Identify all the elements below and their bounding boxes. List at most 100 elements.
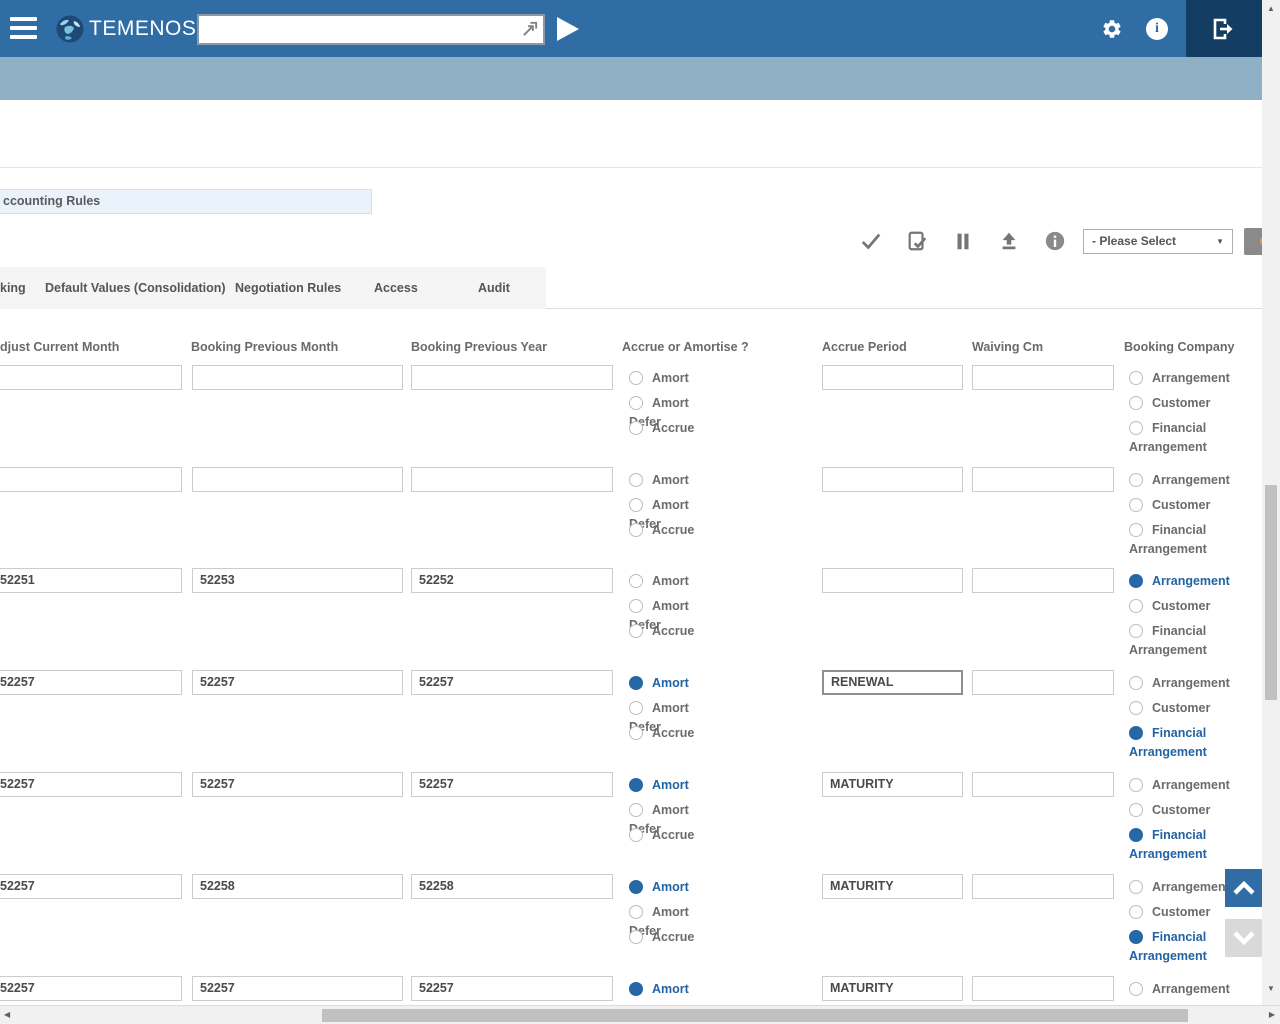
arrangement-radio[interactable]: Arrangement (1129, 371, 1230, 385)
adjust-current-month-input[interactable] (0, 467, 182, 492)
gear-icon[interactable] (1101, 18, 1123, 40)
field-info-icon[interactable] (1044, 230, 1066, 252)
amort-radio[interactable]: Amort (629, 982, 689, 996)
tab-negotiation-rules[interactable]: Negotiation Rules (235, 267, 341, 309)
booking-previous-year-input[interactable]: 52258 (411, 874, 613, 899)
radio-icon[interactable] (629, 803, 643, 817)
adjust-current-month-input[interactable]: 52257 (0, 772, 182, 797)
waiving-cm-input[interactable] (972, 568, 1114, 593)
radio-icon[interactable] (1129, 676, 1143, 690)
financial-arrangement-radio[interactable]: FinancialArrangement (1129, 930, 1207, 963)
radio-icon[interactable] (1129, 421, 1143, 435)
financial-arrangement-radio[interactable]: FinancialArrangement (1129, 624, 1207, 657)
radio-icon[interactable] (629, 701, 643, 715)
booking-previous-year-input[interactable] (411, 365, 613, 390)
adjust-current-month-input[interactable]: 52257 (0, 670, 182, 695)
arrangement-radio[interactable]: Arrangement (1129, 574, 1230, 588)
radio-icon[interactable] (1129, 982, 1143, 996)
radio-icon[interactable] (1129, 498, 1143, 512)
customer-radio[interactable]: Customer (1129, 905, 1210, 919)
horizontal-scrollbar[interactable]: ◀ ▶ (0, 1005, 1280, 1024)
radio-icon[interactable] (1129, 396, 1143, 410)
accrue-radio[interactable]: Accrue (629, 828, 694, 842)
horizontal-scrollbar-thumb[interactable] (322, 1009, 1188, 1022)
booking-previous-month-input[interactable] (192, 467, 403, 492)
commit-check-icon[interactable] (860, 230, 882, 252)
radio-icon[interactable] (629, 676, 643, 690)
waiving-cm-input[interactable] (972, 365, 1114, 390)
accrue-radio[interactable]: Accrue (629, 930, 694, 944)
accrue-period-input[interactable]: MATURITY (822, 976, 963, 1001)
radio-icon[interactable] (629, 421, 643, 435)
arrangement-radio[interactable]: Arrangement (1129, 473, 1230, 487)
radio-icon[interactable] (629, 371, 643, 385)
radio-icon[interactable] (629, 778, 643, 792)
scrollbar-left-arrow[interactable]: ◀ (4, 1006, 10, 1024)
booking-previous-year-input[interactable]: 52257 (411, 670, 613, 695)
authorise-icon[interactable] (906, 230, 928, 252)
scrollbar-down-arrow[interactable]: ▼ (1262, 984, 1280, 998)
adjust-current-month-input[interactable]: 52257 (0, 874, 182, 899)
amort-radio[interactable]: Amort (629, 880, 689, 894)
sign-out-button[interactable] (1186, 0, 1262, 57)
radio-icon[interactable] (1129, 473, 1143, 487)
waiving-cm-input[interactable] (972, 874, 1114, 899)
radio-icon[interactable] (629, 880, 643, 894)
arrangement-radio[interactable]: Arrangement (1129, 778, 1230, 792)
radio-icon[interactable] (629, 473, 643, 487)
vertical-scrollbar[interactable]: ▲ ▼ (1262, 0, 1280, 1005)
radio-icon[interactable] (629, 498, 643, 512)
financial-arrangement-radio[interactable]: FinancialArrangement (1129, 523, 1207, 556)
customer-radio[interactable]: Customer (1129, 803, 1210, 817)
booking-previous-month-input[interactable] (192, 365, 403, 390)
accrue-radio[interactable]: Accrue (629, 726, 694, 740)
radio-icon[interactable] (629, 726, 643, 740)
accrue-period-input[interactable] (822, 365, 963, 390)
customer-radio[interactable]: Customer (1129, 498, 1210, 512)
amort-radio[interactable]: Amort (629, 574, 689, 588)
financial-arrangement-radio[interactable]: FinancialArrangement (1129, 828, 1207, 861)
radio-icon[interactable] (1129, 371, 1143, 385)
waiving-cm-input[interactable] (972, 772, 1114, 797)
amort-radio[interactable]: Amort (629, 676, 689, 690)
financial-arrangement-radio[interactable]: FinancialArrangement (1129, 421, 1207, 454)
waiving-cm-input[interactable] (972, 467, 1114, 492)
radio-icon[interactable] (1129, 828, 1143, 842)
financial-arrangement-radio[interactable]: FinancialArrangement (1129, 726, 1207, 759)
radio-icon[interactable] (1129, 905, 1143, 919)
radio-icon[interactable] (629, 905, 643, 919)
accrue-radio[interactable]: Accrue (629, 624, 694, 638)
radio-icon[interactable] (1129, 803, 1143, 817)
scrollbar-right-arrow[interactable]: ▶ (1269, 1006, 1275, 1024)
customer-radio[interactable]: Customer (1129, 396, 1210, 410)
radio-icon[interactable] (629, 930, 643, 944)
accrue-period-input[interactable]: MATURITY (822, 874, 963, 899)
amort-radio[interactable]: Amort (629, 778, 689, 792)
waiving-cm-input[interactable] (972, 670, 1114, 695)
info-icon[interactable]: i (1146, 18, 1168, 40)
menu-icon[interactable] (10, 17, 37, 40)
tab-audit[interactable]: Audit (478, 267, 510, 309)
accrue-radio[interactable]: Accrue (629, 421, 694, 435)
hold-icon[interactable] (952, 230, 974, 252)
amort-radio[interactable]: Amort (629, 371, 689, 385)
radio-icon[interactable] (629, 574, 643, 588)
radio-icon[interactable] (629, 599, 643, 613)
radio-icon[interactable] (1129, 880, 1143, 894)
tab-access[interactable]: Access (374, 267, 418, 309)
radio-icon[interactable] (629, 828, 643, 842)
customer-radio[interactable]: Customer (1129, 599, 1210, 613)
scrollbar-up-arrow[interactable]: ▲ (1262, 4, 1280, 18)
go-icon[interactable] (557, 17, 579, 41)
amort-radio[interactable]: Amort (629, 473, 689, 487)
booking-previous-month-input[interactable]: 52257 (192, 772, 403, 797)
accrue-period-input[interactable]: RENEWAL (822, 670, 963, 695)
booking-previous-year-input[interactable]: 52257 (411, 772, 613, 797)
radio-icon[interactable] (1129, 930, 1143, 944)
arrangement-radio[interactable]: Arrangement (1129, 880, 1230, 894)
launch-arrow-icon[interactable] (520, 20, 539, 39)
booking-previous-year-input[interactable] (411, 467, 613, 492)
radio-icon[interactable] (1129, 701, 1143, 715)
radio-icon[interactable] (629, 523, 643, 537)
booking-previous-year-input[interactable]: 52257 (411, 976, 613, 1001)
